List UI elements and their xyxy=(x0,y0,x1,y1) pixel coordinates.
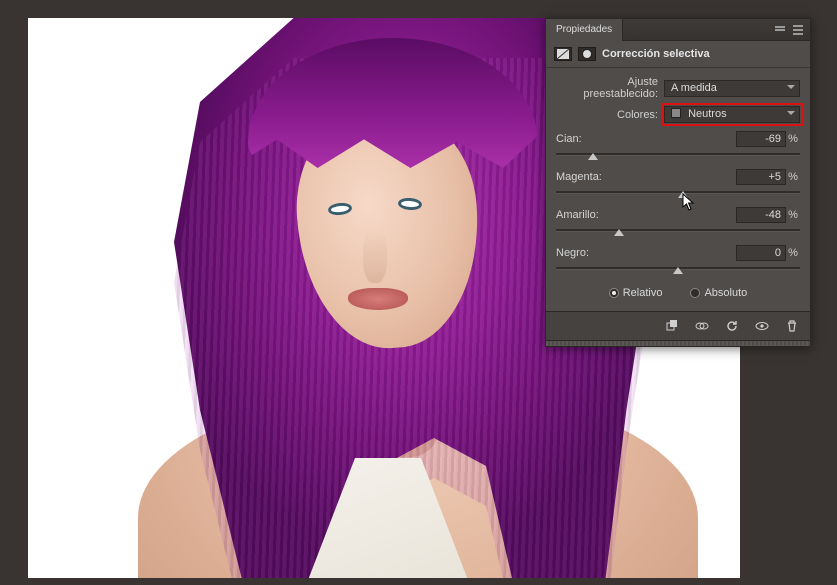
radio-relative[interactable]: Relativo xyxy=(609,287,663,299)
slider-value-input[interactable]: -48 xyxy=(736,207,786,223)
visibility-button[interactable] xyxy=(752,318,772,334)
clip-to-layer-button[interactable] xyxy=(662,318,682,334)
colors-value: Neutros xyxy=(688,108,727,120)
radio-relative-label: Relativo xyxy=(623,287,663,299)
slider-thumb[interactable] xyxy=(678,186,688,198)
slider-unit: % xyxy=(786,209,800,221)
slider-unit: % xyxy=(786,247,800,259)
properties-panel: Propiedades Corrección selectiva Ajuste … xyxy=(545,18,811,347)
mask-icon[interactable] xyxy=(578,47,596,61)
preset-dropdown[interactable]: A medida xyxy=(664,80,800,97)
slider-track[interactable] xyxy=(556,263,800,273)
preset-value: A medida xyxy=(671,82,717,94)
slider-label: Magenta: xyxy=(556,171,736,183)
slider-unit: % xyxy=(786,171,800,183)
delete-button[interactable] xyxy=(782,318,802,334)
slider-magenta: Magenta:+5% xyxy=(556,169,800,197)
slider-value-input[interactable]: 0 xyxy=(736,245,786,261)
slider-thumb[interactable] xyxy=(673,262,683,274)
radio-dot-icon xyxy=(690,288,700,298)
method-radio-group: Relativo Absoluto xyxy=(556,287,800,299)
panel-title: Corrección selectiva xyxy=(602,48,710,60)
reset-button[interactable] xyxy=(722,318,742,334)
panel-tab-properties[interactable]: Propiedades xyxy=(546,19,623,41)
slider-track[interactable] xyxy=(556,149,800,159)
slider-track[interactable] xyxy=(556,187,800,197)
colors-label: Colores: xyxy=(556,109,664,121)
panel-footer xyxy=(546,311,810,340)
adjustment-icon xyxy=(554,47,572,61)
radio-absolute-label: Absoluto xyxy=(704,287,747,299)
slider-label: Negro: xyxy=(556,247,736,259)
view-previous-button[interactable] xyxy=(692,318,712,334)
slider-thumb[interactable] xyxy=(614,224,624,236)
slider-amarillo: Amarillo:-48% xyxy=(556,207,800,235)
preset-label: Ajuste preestablecido: xyxy=(556,76,664,100)
slider-value-input[interactable]: -69 xyxy=(736,131,786,147)
slider-thumb[interactable] xyxy=(588,148,598,160)
panel-menu-icon[interactable] xyxy=(792,24,804,36)
radio-absolute[interactable]: Absoluto xyxy=(690,287,747,299)
slider-unit: % xyxy=(786,133,800,145)
colors-dropdown[interactable]: Neutros xyxy=(664,106,800,123)
slider-label: Amarillo: xyxy=(556,209,736,221)
slider-label: Cian: xyxy=(556,133,736,145)
color-swatch-icon xyxy=(671,108,681,118)
collapse-icon[interactable] xyxy=(774,24,786,36)
panel-header: Corrección selectiva xyxy=(546,41,810,68)
slider-value-input[interactable]: +5 xyxy=(736,169,786,185)
slider-track[interactable] xyxy=(556,225,800,235)
slider-cian: Cian:-69% xyxy=(556,131,800,159)
panel-body: Ajuste preestablecido: A medida Colores:… xyxy=(546,68,810,311)
radio-dot-icon xyxy=(609,288,619,298)
resize-grip[interactable] xyxy=(546,340,810,346)
slider-negro: Negro:0% xyxy=(556,245,800,273)
panel-tabbar: Propiedades xyxy=(546,19,810,41)
